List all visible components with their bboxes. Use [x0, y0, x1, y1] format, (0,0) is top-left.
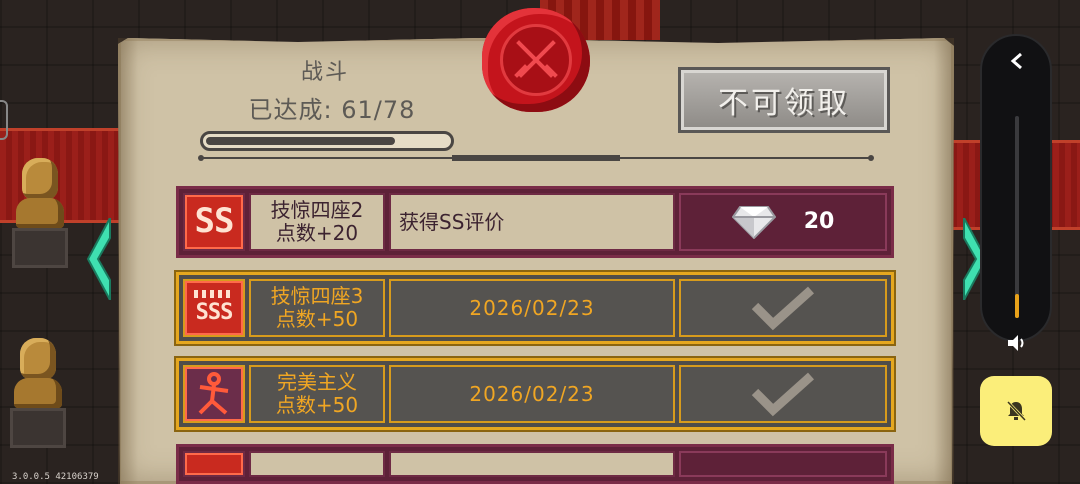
- volume-panel: [980, 34, 1052, 351]
- reward-amount: 20: [803, 209, 835, 235]
- golden-bust-statue: [12, 158, 68, 268]
- reward-cell: [679, 279, 887, 337]
- wax-seal: [482, 8, 590, 112]
- previous-page-arrow-icon[interactable]: [86, 218, 112, 300]
- rank-badge: SSS: [183, 279, 245, 337]
- progress-bar: [200, 131, 454, 151]
- progress-text: 已达成: 61/78: [248, 96, 416, 124]
- achievement-name: [249, 451, 385, 477]
- achievement-row[interactable]: SS 技惊四座2 点数+20 获得SS评价 20: [176, 186, 894, 258]
- category-title: 战斗: [300, 60, 349, 85]
- collapse-chevron-icon[interactable]: [1004, 48, 1030, 74]
- golden-bust-statue: [10, 338, 66, 448]
- achievement-name: 完美主义 点数+50: [249, 365, 385, 423]
- achievement-points: 点数+20: [275, 221, 359, 245]
- speaker-icon[interactable]: [1006, 332, 1028, 354]
- achievement-points: 点数+50: [275, 393, 359, 417]
- checkmark-icon: [751, 372, 815, 417]
- version-label: 3.0.0.5 42106379: [12, 472, 99, 482]
- achievement-row[interactable]: SSS 技惊四座3 点数+50 2026/02/23: [174, 270, 896, 346]
- reward-cell: [679, 451, 887, 477]
- mute-notifications-button[interactable]: [980, 376, 1052, 446]
- achievement-row[interactable]: 完美主义 点数+50 2026/02/23: [174, 356, 896, 432]
- achievement-description: 获得SS评价: [389, 193, 675, 251]
- panel-edge-shadow: [118, 38, 138, 484]
- achievement-description: [389, 451, 675, 477]
- rank-badge: [183, 451, 245, 477]
- ss-rank-icon: SS: [185, 195, 243, 249]
- checkmark-icon: [751, 286, 815, 331]
- reward-cell: [679, 365, 887, 423]
- progress-fill: [206, 137, 395, 145]
- completion-date: 2026/02/23: [389, 279, 675, 337]
- volume-slider[interactable]: [1015, 116, 1019, 318]
- achievement-title: 技惊四座2: [270, 198, 364, 222]
- completion-date: 2026/02/23: [389, 365, 675, 423]
- edge-tab[interactable]: [0, 100, 8, 140]
- rank-badge: SS: [183, 193, 245, 251]
- rank-badge: [183, 365, 245, 423]
- bell-off-icon: [1006, 400, 1027, 422]
- achievement-title: 完美主义: [277, 370, 357, 394]
- reward-cell: 20: [679, 193, 887, 251]
- fighter-figure-icon: [185, 367, 243, 421]
- crossed-swords-icon: [514, 40, 558, 78]
- achievement-name: 技惊四座2 点数+20: [249, 193, 385, 251]
- achievement-row[interactable]: [176, 444, 894, 484]
- achievement-name: 技惊四座3 点数+50: [249, 279, 385, 337]
- panel-edge-shadow: [934, 38, 954, 484]
- diamond-icon: [731, 206, 776, 239]
- page-indicator: [452, 155, 620, 161]
- achievement-points: 点数+50: [275, 307, 359, 331]
- achievement-title: 技惊四座3: [270, 284, 364, 308]
- claim-button[interactable]: 不可领取: [678, 67, 890, 133]
- rank-icon: [185, 453, 243, 475]
- volume-level: [1015, 293, 1019, 318]
- sss-rank-icon: SSS: [185, 281, 243, 335]
- badge-label: SSS: [195, 300, 234, 326]
